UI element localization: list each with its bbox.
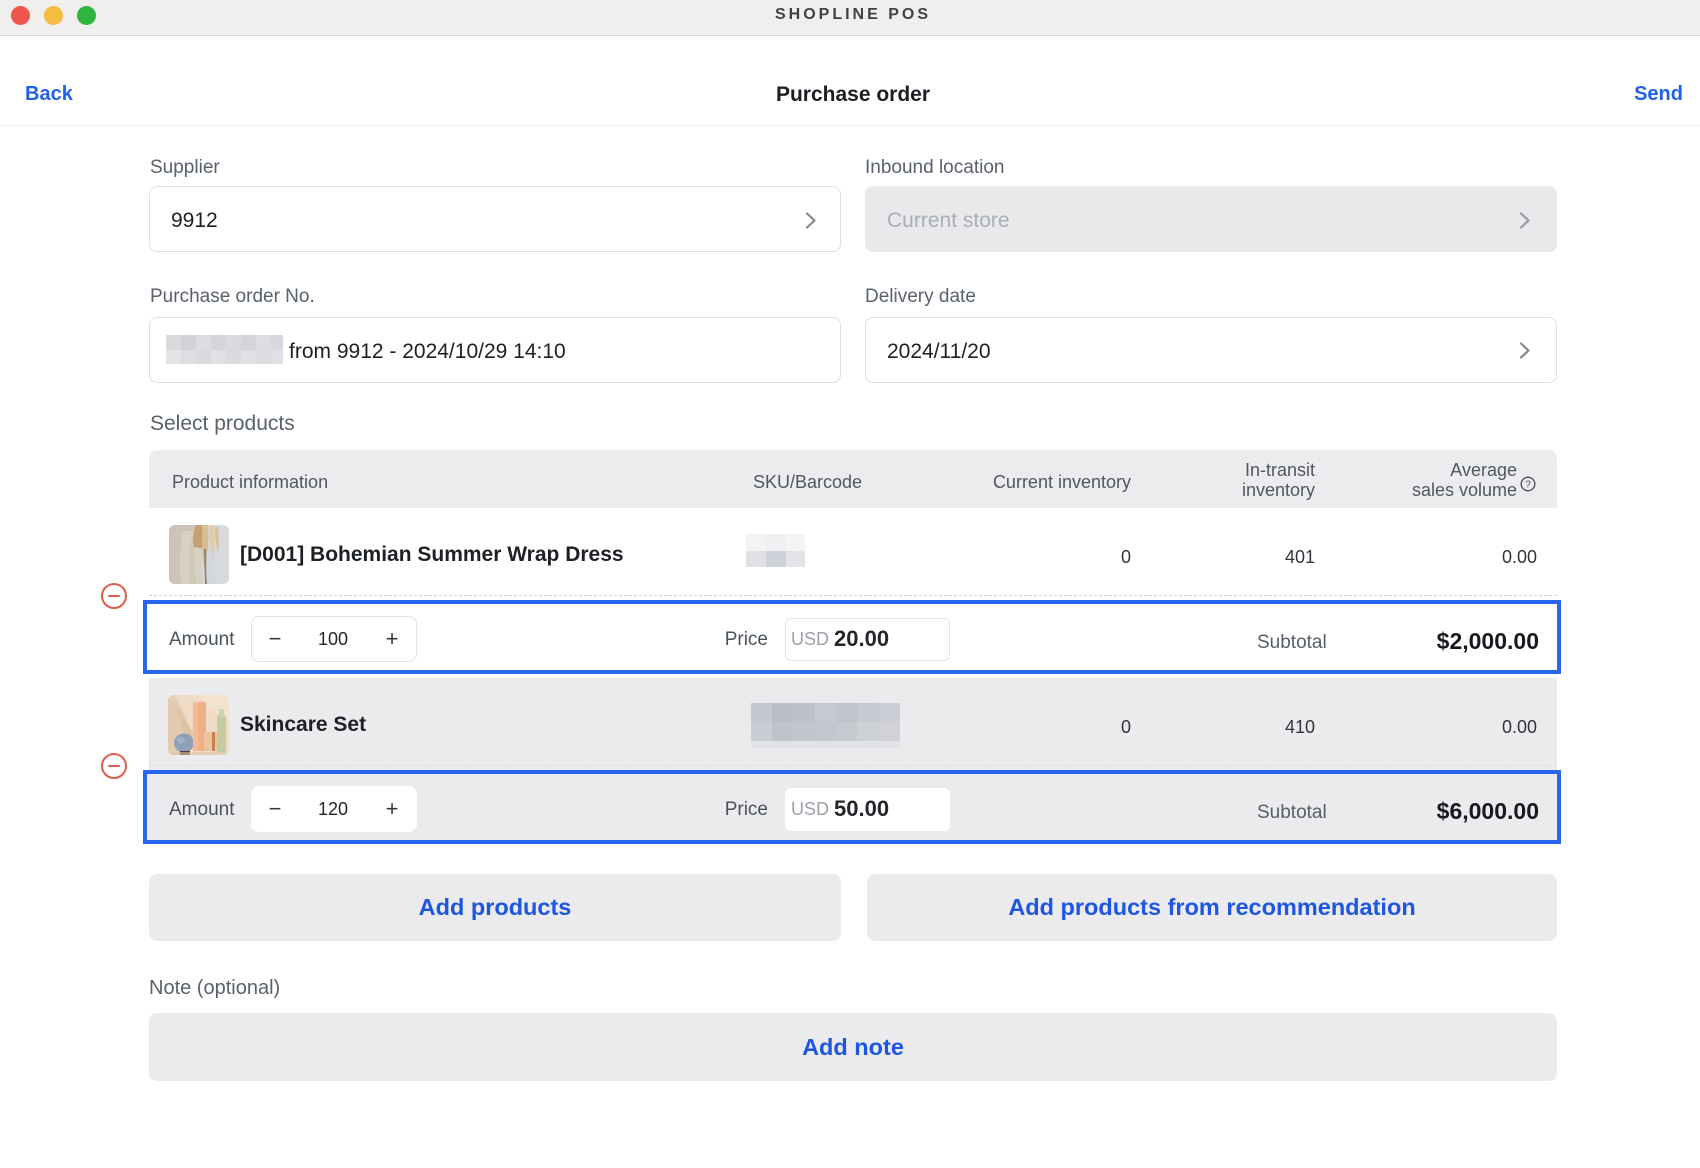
svg-text:?: ?: [1525, 479, 1531, 491]
